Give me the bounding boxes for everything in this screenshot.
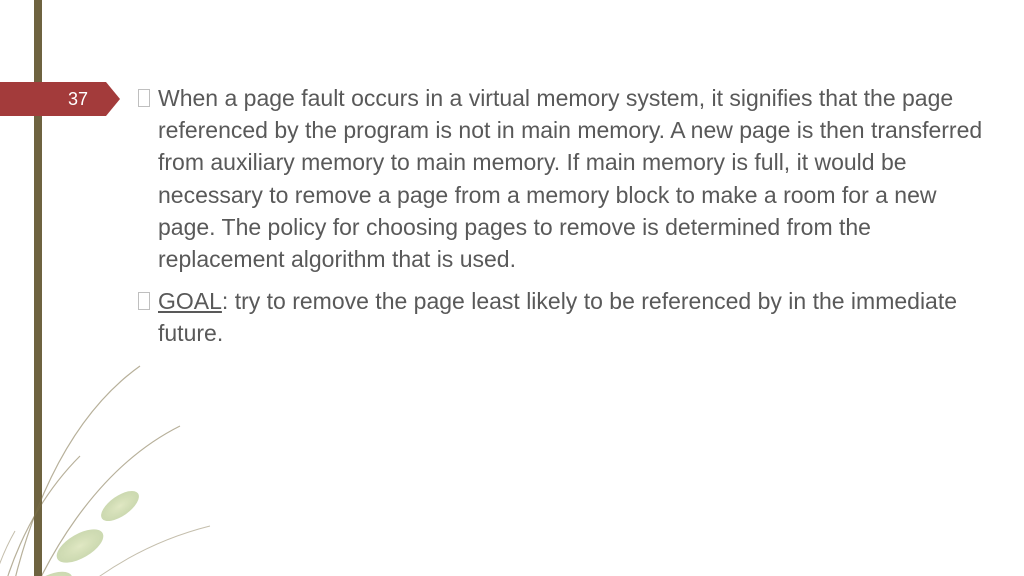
bullet-marker-icon xyxy=(138,89,150,107)
bullet-item: When a page fault occurs in a virtual me… xyxy=(138,82,988,275)
badge-arrow xyxy=(106,82,120,116)
slide-content: When a page fault occurs in a virtual me… xyxy=(138,82,988,360)
goal-label: GOAL xyxy=(158,288,222,314)
bullet-item: GOAL: try to remove the page least likel… xyxy=(138,285,988,349)
bullet-text: a page fault occurs in a virtual memory … xyxy=(158,85,982,272)
goal-separator: : xyxy=(222,288,235,314)
bullet-marker-icon xyxy=(138,292,150,310)
bullet-text: try to remove the page least likely to b… xyxy=(158,288,957,346)
bullet-leading: When xyxy=(158,85,224,111)
page-number-badge: 37 xyxy=(0,82,120,116)
page-number: 37 xyxy=(68,89,88,110)
